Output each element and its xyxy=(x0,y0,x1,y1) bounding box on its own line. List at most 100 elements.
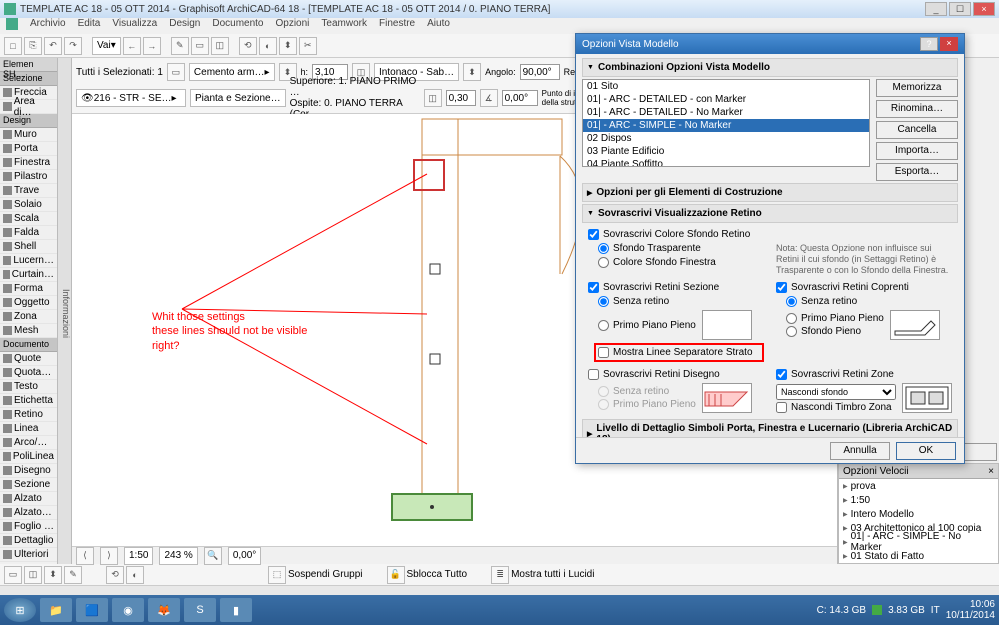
list-item[interactable]: 03 Piante Edificio xyxy=(583,145,869,158)
tool-curtain[interactable]: Curtain… xyxy=(0,268,57,282)
unlock-icon[interactable]: 🔓 xyxy=(387,566,405,584)
angle-input[interactable] xyxy=(520,64,560,80)
tool-ie[interactable]: Alzato… xyxy=(0,506,57,520)
dialog-help[interactable]: ? xyxy=(920,37,938,51)
dialog-titlebar[interactable]: Opzioni Vista Modello ? × xyxy=(576,34,964,54)
toolbar-btn[interactable]: ↶ xyxy=(44,37,62,55)
tool-text[interactable]: Testo xyxy=(0,380,57,394)
tb-btn[interactable]: ✎ xyxy=(64,566,82,584)
toolbar-btn[interactable]: ✎ xyxy=(171,37,189,55)
toolbox-section[interactable]: Selezione xyxy=(0,72,57,86)
tray-time[interactable]: 10:06 xyxy=(970,599,995,610)
import-button[interactable]: Importa… xyxy=(876,142,958,160)
tool-slab[interactable]: Solaio xyxy=(0,198,57,212)
taskbar-skype[interactable]: S xyxy=(184,598,216,622)
angle2-input[interactable] xyxy=(502,90,538,106)
toolbar-btn[interactable]: ◐ xyxy=(259,37,277,55)
dialog-section-combinations[interactable]: Combinazioni Opzioni Vista Modello xyxy=(582,58,958,77)
override-draft-fills-check[interactable]: Sovrascrivi Retini Disegno xyxy=(588,369,764,380)
tool-polyline[interactable]: PoliLinea xyxy=(0,450,57,464)
opt-btn[interactable]: ◫ xyxy=(424,89,442,107)
toolbar-btn[interactable]: ▭ xyxy=(191,37,209,55)
taskbar-chrome[interactable]: ◉ xyxy=(112,598,144,622)
tb-btn[interactable]: ⬍ xyxy=(44,566,62,584)
zoom-btn[interactable]: 🔍 xyxy=(204,547,222,565)
window-bg-radio[interactable]: Colore Sfondo Finestra xyxy=(598,257,764,268)
tool-beam[interactable]: Trave xyxy=(0,184,57,198)
menu-item[interactable]: Visualizza xyxy=(112,18,157,34)
toolbox-section[interactable]: Documento xyxy=(0,338,57,352)
hide-zone-stamp-check[interactable]: Nascondi Timbro Zona xyxy=(776,402,896,413)
menu-item[interactable]: Design xyxy=(169,18,200,34)
store-as-button[interactable]: Memorizza come… xyxy=(876,79,958,97)
menu-item[interactable]: Finestre xyxy=(379,18,415,34)
cancel-button[interactable]: Annulla xyxy=(830,442,890,460)
start-button[interactable]: ⊞ xyxy=(4,598,36,622)
override-zone-fills-check[interactable]: Sovrascrivi Retini Zone xyxy=(776,369,952,380)
toolbar-btn[interactable]: ⎘ xyxy=(24,37,42,55)
toolbar-btn[interactable]: ⬍ xyxy=(279,37,297,55)
tool-zone[interactable]: Zona xyxy=(0,310,57,324)
qo-item[interactable]: prova xyxy=(839,479,998,493)
tool-level-dim[interactable]: Quota… xyxy=(0,366,57,380)
suspend-groups-icon[interactable]: ⬚ xyxy=(268,566,286,584)
tool-line[interactable]: Linea xyxy=(0,422,57,436)
override-bg-color-check[interactable]: Sovrascrivi Colore Sfondo Retino xyxy=(588,229,952,240)
tool-worksheet[interactable]: Foglio … xyxy=(0,520,57,534)
tool-door[interactable]: Porta xyxy=(0,142,57,156)
dialog-close[interactable]: × xyxy=(940,37,958,51)
dialog-section-fill[interactable]: Sovrascrivi Visualizzazione Retino xyxy=(582,204,958,223)
app-menu-icon[interactable] xyxy=(6,18,18,30)
vai-dropdown[interactable]: Vai ▾ xyxy=(92,37,121,55)
tool-mesh[interactable]: Mesh xyxy=(0,324,57,338)
window-maximize[interactable]: ☐ xyxy=(949,2,971,16)
export-button[interactable]: Esporta… xyxy=(876,163,958,181)
no-fill-radio[interactable]: Senza retino xyxy=(786,296,952,307)
toolbar-btn[interactable]: ◫ xyxy=(211,37,229,55)
tool-section[interactable]: Sezione xyxy=(0,478,57,492)
layers-icon[interactable]: ≣ xyxy=(491,566,509,584)
tool-dimension[interactable]: Quote xyxy=(0,352,57,366)
qo-item[interactable]: Intero Modello xyxy=(839,507,998,521)
layers-label[interactable]: Mostra tutti i Lucidi xyxy=(511,569,594,580)
rename-button[interactable]: Rinomina… xyxy=(876,100,958,118)
nav-btn[interactable]: ⟩ xyxy=(100,547,118,565)
toolbar-btn[interactable]: ↷ xyxy=(64,37,82,55)
geom-button[interactable]: Pianta e Sezione… xyxy=(190,89,286,107)
toolbar-btn[interactable]: ← xyxy=(123,37,141,55)
tool-shell[interactable]: Shell xyxy=(0,240,57,254)
tool-detail[interactable]: Dettaglio xyxy=(0,534,57,548)
dim-input[interactable] xyxy=(446,90,476,106)
tb-btn[interactable]: ◫ xyxy=(24,566,42,584)
tool-object[interactable]: Oggetto xyxy=(0,296,57,310)
taskbar-explorer[interactable]: 📁 xyxy=(40,598,72,622)
list-item[interactable]: 02 Dispos xyxy=(583,132,869,145)
tray-lang[interactable]: IT xyxy=(931,605,940,616)
menu-item[interactable]: Teamwork xyxy=(321,18,367,34)
menu-item[interactable]: Edita xyxy=(78,18,101,34)
list-item[interactable]: 04 Piante Soffitto xyxy=(583,158,869,167)
qo-item[interactable]: 01| - ARC - SIMPLE - No Marker xyxy=(839,535,998,549)
delete-button[interactable]: Cancella xyxy=(876,121,958,139)
windows-taskbar[interactable]: ⊞ 📁 🟦 ◉ 🦊 S ▮ C: 14.3 GB 3.83 GB IT 10:0… xyxy=(0,595,999,625)
unlock-label[interactable]: Sblocca Tutto xyxy=(407,569,468,580)
dialog-section-detail[interactable]: Livello di Dettaglio Simboli Porta, Fine… xyxy=(582,419,958,437)
info-tab[interactable]: Informazioni xyxy=(58,58,72,564)
tool-marquee[interactable]: Area di… xyxy=(0,100,57,114)
taskbar-app[interactable]: 🟦 xyxy=(76,598,108,622)
override-cut-fills-check[interactable]: Sovrascrivi Retini Sezione xyxy=(588,282,764,293)
override-cover-fills-check[interactable]: Sovrascrivi Retini Coprenti xyxy=(776,282,952,293)
toolbar-btn[interactable]: → xyxy=(143,37,161,55)
show-separator-lines-check-highlighted[interactable]: Mostra Linee Separatore Strato xyxy=(594,343,764,362)
taskbar-archicad[interactable]: ▮ xyxy=(220,598,252,622)
nav-btn[interactable]: ⟨ xyxy=(76,547,94,565)
list-item-selected[interactable]: 01| - ARC - SIMPLE - No Marker xyxy=(583,119,869,132)
tool-more[interactable]: Ulteriori xyxy=(0,548,57,562)
tool-icon[interactable]: ▭ xyxy=(167,63,185,81)
list-item[interactable]: 01| - ARC - DETAILED - con Marker xyxy=(583,93,869,106)
tray-date[interactable]: 10/11/2014 xyxy=(946,610,995,621)
tool-arc[interactable]: Arco/… xyxy=(0,436,57,450)
menu-item[interactable]: Opzioni xyxy=(276,18,310,34)
list-item[interactable]: 01 Sito xyxy=(583,80,869,93)
solid-fg-radio[interactable]: Primo Piano Pieno xyxy=(598,320,696,331)
